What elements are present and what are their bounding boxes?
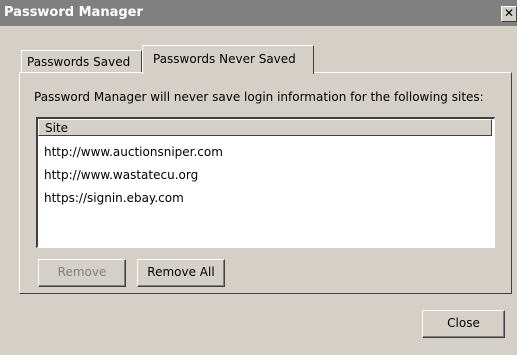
remove-all-button[interactable]: Remove All [137, 259, 225, 287]
list-item[interactable]: https://signin.ebay.com [44, 189, 223, 212]
list-item[interactable]: http://www.auctionsniper.com [44, 143, 223, 166]
list-item[interactable]: http://www.wastatecu.org [44, 166, 223, 189]
description-text: Password Manager will never save login i… [34, 90, 484, 104]
sites-list[interactable]: Site http://www.auctionsniper.com http:/… [36, 117, 495, 248]
title-bar[interactable]: Password Manager ✕ [0, 0, 517, 26]
window-title: Password Manager [4, 5, 143, 20]
remove-button[interactable]: Remove [38, 259, 126, 287]
column-header-site[interactable]: Site [38, 119, 492, 136]
tab-label: Passwords Saved [27, 55, 131, 69]
password-manager-window: Password Manager ✕ Passwords Saved Passw… [0, 0, 517, 355]
tab-passwords-saved[interactable]: Passwords Saved [21, 50, 142, 73]
close-button[interactable]: Close [422, 310, 505, 338]
tab-label: Passwords Never Saved [153, 52, 296, 66]
close-icon[interactable]: ✕ [501, 6, 517, 22]
tab-passwords-never-saved[interactable]: Passwords Never Saved [142, 45, 314, 74]
